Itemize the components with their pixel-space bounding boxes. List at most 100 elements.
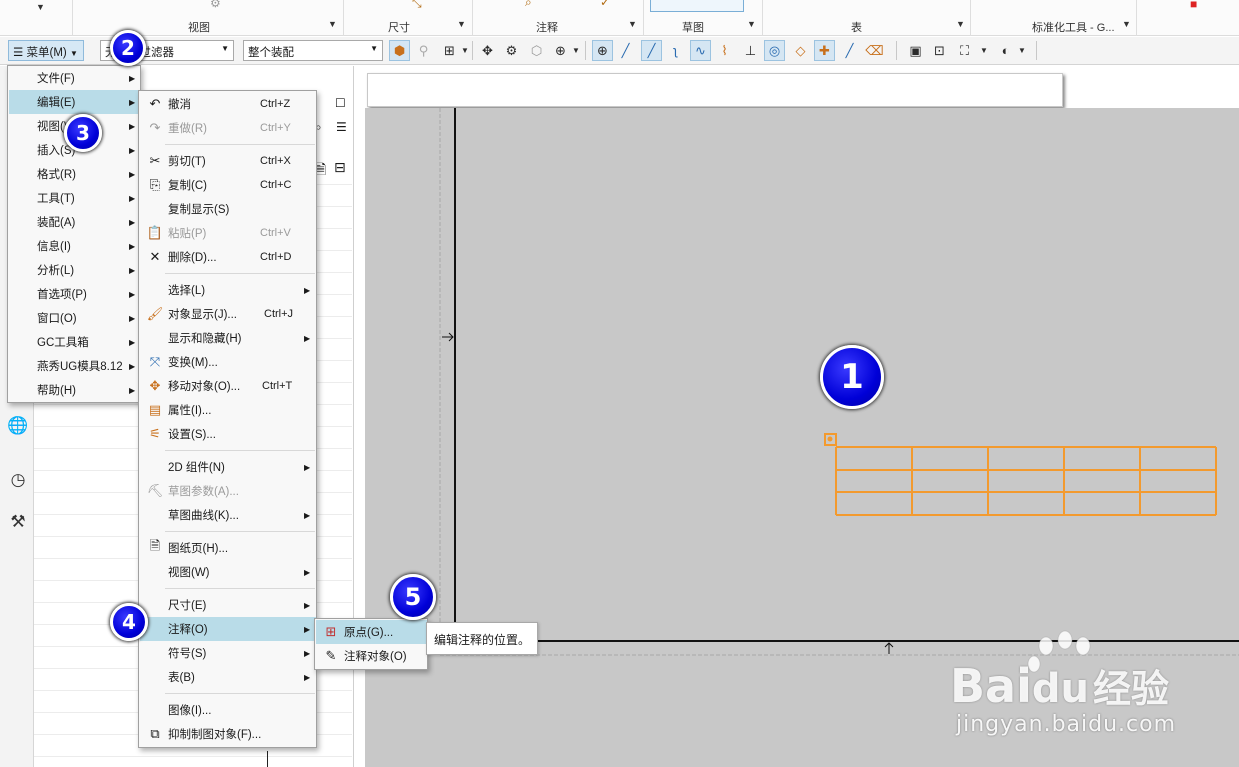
snap-arc-center-icon[interactable]: ◎ (764, 40, 785, 61)
snap-feature-icon[interactable]: ✥ (477, 40, 498, 61)
render-style-icon[interactable]: ◐ (995, 40, 1016, 61)
chevron-down-icon[interactable]: ▼ (628, 19, 637, 29)
menu-item-drawing-sheet[interactable]: 🗎 图纸页(H)... (140, 536, 316, 560)
snap-control-icon[interactable]: ⌇ (714, 40, 735, 61)
menu-item-copy-display[interactable]: 复制显示(S) (140, 197, 316, 221)
maximize-icon[interactable]: ☐ (335, 96, 346, 110)
menu-item-dimension[interactable]: 尺寸(E) ▶ (140, 593, 316, 617)
menu-item-undo[interactable]: ↶ 撤消 Ctrl+Z (140, 92, 316, 116)
dropdown-arrow-icon[interactable]: ▼ (36, 2, 45, 12)
menu-item-sketch-params[interactable]: ⛏ 草图参数(A)... (140, 479, 316, 503)
ribbon-group-dimension[interactable]: 尺寸 (388, 19, 410, 35)
chevron-down-icon[interactable]: ▼ (956, 19, 965, 29)
web-browser-icon[interactable]: 🌐 (6, 414, 30, 438)
history-clock-icon[interactable]: ◷ (6, 468, 30, 492)
snap-curve-icon[interactable]: ʅ (665, 40, 686, 61)
part-filter-icon[interactable]: ⬢ (389, 40, 410, 61)
assembly-scope-combo[interactable]: 整个装配 ▼ (243, 40, 383, 61)
menu-item-view-sub[interactable]: 视图(W) ▶ (140, 560, 316, 584)
menu-item-preferences[interactable]: 首选项(P) ▶ (9, 282, 140, 306)
ribbon-group-standard-tools[interactable]: 标准化工具 - G... (1032, 19, 1115, 35)
sketch-gallery[interactable] (650, 0, 744, 12)
menu-item-window[interactable]: 窗口(O) ▶ (9, 306, 140, 330)
zoom-region-icon[interactable]: ⛶ (954, 40, 975, 61)
chevron-down-icon[interactable]: ▼ (979, 40, 989, 61)
menu-item-file[interactable]: 文件(F) ▶ (9, 66, 140, 90)
menu-item-select[interactable]: 选择(L) ▶ (140, 278, 316, 302)
snap-point-icon[interactable]: ⊕ (550, 40, 571, 61)
snap-intersection-icon[interactable]: ✚ (814, 40, 835, 61)
watermark-brand: Baidu 经验 (950, 658, 1169, 713)
ribbon-group-annotation[interactable]: 注释 (536, 19, 558, 35)
menu-item-table[interactable]: 表(B) ▶ (140, 665, 316, 689)
ribbon-group-table[interactable]: 表 (851, 19, 862, 35)
view-layout-icon[interactable]: ▣ (905, 40, 926, 61)
menu-item-help[interactable]: 帮助(H) ▶ (9, 378, 140, 402)
view-tool-icon[interactable]: ⚙ (210, 0, 221, 10)
dimension-icon[interactable]: ⤡ (412, 0, 422, 11)
menu-item-tools[interactable]: 工具(T) ▶ (9, 186, 140, 210)
menu-item-format[interactable]: 格式(R) ▶ (9, 162, 140, 186)
menu-item-annotation[interactable]: 注释(O) ▶ (140, 617, 316, 641)
snap-end-icon[interactable]: ╱ (641, 40, 662, 61)
menu-item-suppress-drafting[interactable]: ⧉ 抑制制图对象(F)... (140, 722, 316, 746)
ribbon-group-view[interactable]: 视图 (188, 19, 210, 35)
snap-perpendicular-icon[interactable]: ⊥ (740, 40, 761, 61)
menu-item-annotation-object[interactable]: ✎ 注释对象(O) (316, 644, 427, 668)
menu-item-redo[interactable]: ↷ 重做(R) Ctrl+Y (140, 116, 316, 140)
chevron-down-icon[interactable]: ▼ (571, 40, 581, 61)
menu-item-transform[interactable]: ⤧ 变换(M)... (140, 350, 316, 374)
menu-item-sketch-curve[interactable]: 草图曲线(K)... ▶ (140, 503, 316, 527)
snap-body-icon[interactable]: ⬡ (526, 40, 547, 61)
close-icon[interactable]: ■ (1190, 0, 1197, 11)
menu-item-copy[interactable]: ⎘ 复制(C) Ctrl+C (140, 173, 316, 197)
menu-item-label: 视图(W) (168, 567, 210, 579)
menu-item-cut[interactable]: ✂ 剪切(T) Ctrl+X (140, 149, 316, 173)
menu-item-yanxiu-mold[interactable]: 燕秀UG模具8.12 ▶ (9, 354, 140, 378)
menu-item-assembly[interactable]: 装配(A) ▶ (9, 210, 140, 234)
menu-item-properties[interactable]: ▤ 属性(I)... (140, 398, 316, 422)
tools-icon[interactable]: ⚒ (6, 510, 30, 534)
menu-item-gc-toolbox[interactable]: GC工具箱 ▶ (9, 330, 140, 354)
menu-item-settings[interactable]: ⚟ 设置(S)... (140, 422, 316, 446)
snap-mid-icon[interactable]: ∿ (690, 40, 711, 61)
snap-on-curve-icon[interactable]: ╱ (839, 40, 860, 61)
filter-icon[interactable]: ⚲ (413, 40, 434, 61)
chevron-down-icon[interactable]: ▼ (1017, 40, 1027, 61)
snap-center-icon[interactable]: ⊕ (592, 40, 613, 61)
menu-item-image[interactable]: 图像(I)... (140, 698, 316, 722)
menu-item-info[interactable]: 信息(I) ▶ (9, 234, 140, 258)
select-type-icon[interactable]: ⊞ (439, 40, 460, 61)
step-badge-4: 4 (110, 603, 148, 641)
snap-off-icon[interactable]: ⌫ (864, 40, 885, 61)
menu-item-2d-component[interactable]: 2D 组件(N) ▶ (140, 455, 316, 479)
menu-item-paste[interactable]: 📋 粘贴(P) Ctrl+V (140, 221, 316, 245)
view-fit-icon[interactable]: ⊡ (929, 40, 950, 61)
menu-item-edit[interactable]: 编辑(E) ▶ (9, 90, 140, 114)
chevron-down-icon[interactable]: ▼ (460, 40, 470, 61)
menu-item-show-hide[interactable]: 显示和隐藏(H) ▶ (140, 326, 316, 350)
menu-item-symbol[interactable]: 符号(S) ▶ (140, 641, 316, 665)
chevron-right-icon: ▶ (129, 73, 136, 83)
menu-item-label: 注释对象(O) (344, 651, 407, 663)
annotation-icon[interactable]: ✓ (600, 0, 610, 9)
chevron-down-icon[interactable]: ▼ (747, 19, 756, 29)
menu-button[interactable]: ☰ 菜单(M) ▼ (8, 40, 84, 61)
annotation-icon[interactable]: ⌕ (525, 0, 532, 10)
menu-item-object-display[interactable]: 🖌 对象显示(J)... Ctrl+J (140, 302, 316, 326)
chevron-down-icon[interactable]: ▼ (457, 19, 466, 29)
chevron-down-icon[interactable]: ▼ (328, 19, 337, 29)
layout-icon[interactable]: ⊟ (334, 159, 346, 176)
menu-item-origin[interactable]: ⊞ 原点(G)... (316, 620, 427, 644)
sheet-tab-bar[interactable] (367, 73, 1063, 107)
ribbon-group-sketch[interactable]: 草图 (682, 19, 704, 35)
menu-item-delete[interactable]: ✕ 删除(D)... Ctrl+D (140, 245, 316, 269)
annotation-table[interactable] (824, 433, 1217, 516)
menu-item-analysis[interactable]: 分析(L) ▶ (9, 258, 140, 282)
snap-component-icon[interactable]: ⚙ (501, 40, 522, 61)
snap-quadrant-icon[interactable]: ◇ (790, 40, 811, 61)
menu-item-move-object[interactable]: ✥ 移动对象(O)... Ctrl+T (140, 374, 316, 398)
column-icon[interactable]: ☰ (336, 120, 347, 134)
chevron-down-icon[interactable]: ▼ (1122, 19, 1131, 29)
snap-line-icon[interactable]: ╱ (615, 40, 636, 61)
